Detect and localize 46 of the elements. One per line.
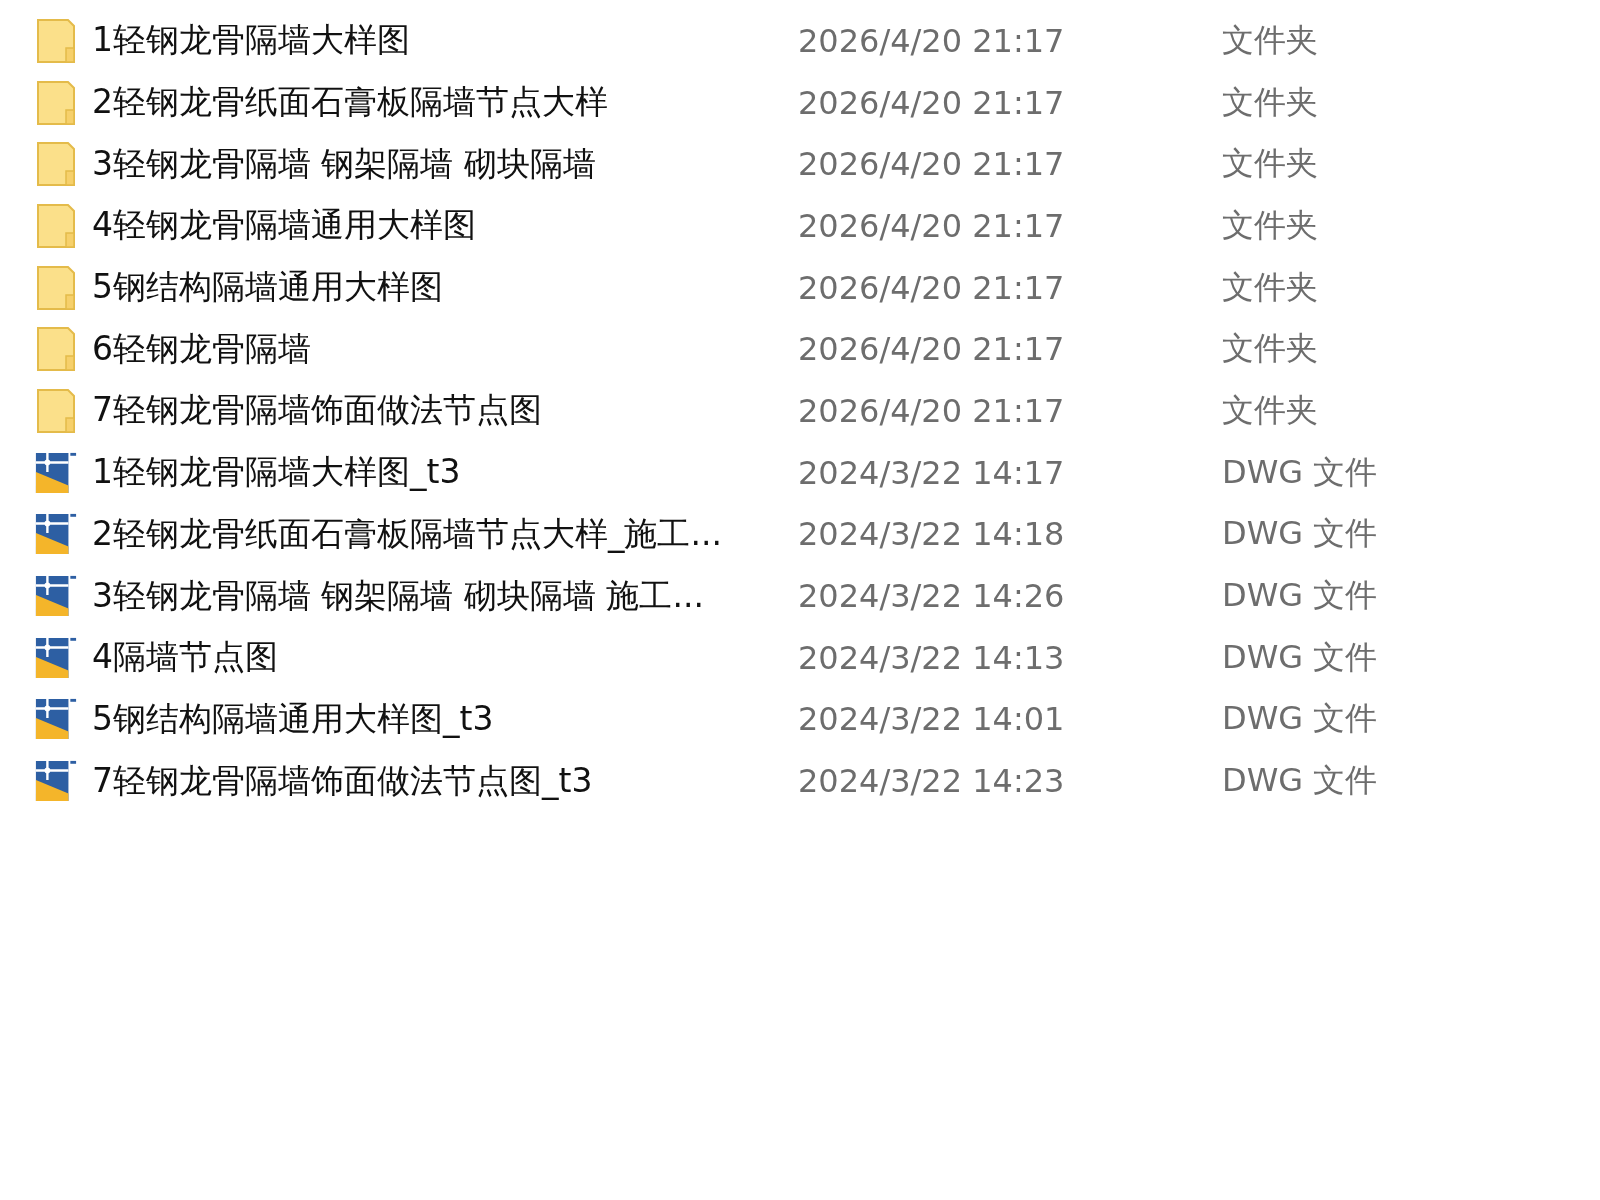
file-type: DWG 文件 [1222, 451, 1379, 493]
file-type: 文件夹 [1222, 19, 1319, 61]
folder-icon [34, 141, 78, 188]
modified-date: 2026/4/20 21:17 [798, 268, 1066, 307]
folder-icon [34, 264, 78, 311]
modified-date: 2024/3/22 14:23 [798, 762, 1066, 801]
modified-date: 2024/3/22 14:17 [798, 453, 1066, 492]
modified-date: 2026/4/20 21:17 [798, 21, 1066, 60]
file-name[interactable]: 2轻钢龙骨纸面石膏板隔墙节点大样_施工... [92, 511, 798, 557]
file-type: 文件夹 [1222, 81, 1319, 123]
modified-date: 2024/3/22 14:13 [798, 638, 1066, 677]
file-type: DWG 文件 [1222, 575, 1379, 617]
file-type: DWG 文件 [1222, 636, 1379, 678]
modified-date: 2026/4/20 21:17 [798, 330, 1066, 369]
file-name[interactable]: 7轻钢龙骨隔墙饰面做法节点图 [92, 388, 798, 434]
folder-icon [34, 202, 78, 249]
file-name[interactable]: 3轻钢龙骨隔墙 钢架隔墙 砌块隔墙 [92, 141, 798, 187]
file-type: 文件夹 [1222, 204, 1319, 246]
file-type: DWG 文件 [1222, 698, 1379, 740]
file-name[interactable]: 1轻钢龙骨隔墙大样图 [92, 18, 798, 64]
file-name[interactable]: 1轻钢龙骨隔墙大样图_t3 [92, 450, 798, 496]
file-type: 文件夹 [1222, 143, 1319, 185]
file-type: DWG 文件 [1222, 760, 1379, 802]
modified-date: 2026/4/20 21:17 [798, 391, 1066, 430]
modified-date: 2026/4/20 21:17 [798, 145, 1066, 184]
modified-date: 2024/3/22 14:26 [798, 577, 1066, 616]
file-type: 文件夹 [1222, 328, 1319, 370]
folder-icon [34, 17, 78, 64]
file-type: 文件夹 [1222, 389, 1319, 431]
file-name[interactable]: 5钢结构隔墙通用大样图_t3 [92, 696, 798, 742]
folder-icon [34, 387, 78, 434]
file-name[interactable]: 5钢结构隔墙通用大样图 [92, 265, 798, 311]
modified-date: 2024/3/22 14:01 [798, 700, 1066, 739]
file-name[interactable]: 4隔墙节点图 [92, 635, 798, 681]
file-name[interactable]: 7轻钢龙骨隔墙饰面做法节点图_t3 [92, 758, 798, 804]
modified-date: 2026/4/20 21:17 [798, 83, 1066, 122]
file-name[interactable]: 4轻钢龙骨隔墙通用大样图 [92, 203, 798, 249]
file-name[interactable]: 6轻钢龙骨隔墙 [92, 326, 798, 372]
file-name[interactable]: 3轻钢龙骨隔墙 钢架隔墙 砌块隔墙 施工... [92, 573, 798, 619]
file-name[interactable]: 2轻钢龙骨纸面石膏板隔墙节点大样 [92, 80, 798, 126]
file-type: 文件夹 [1222, 266, 1319, 308]
file-type: DWG 文件 [1222, 513, 1379, 555]
folder-icon [34, 79, 78, 126]
modified-date: 2026/4/20 21:17 [798, 206, 1066, 245]
folder-icon [34, 326, 78, 373]
modified-date: 2024/3/22 14:18 [798, 515, 1066, 554]
